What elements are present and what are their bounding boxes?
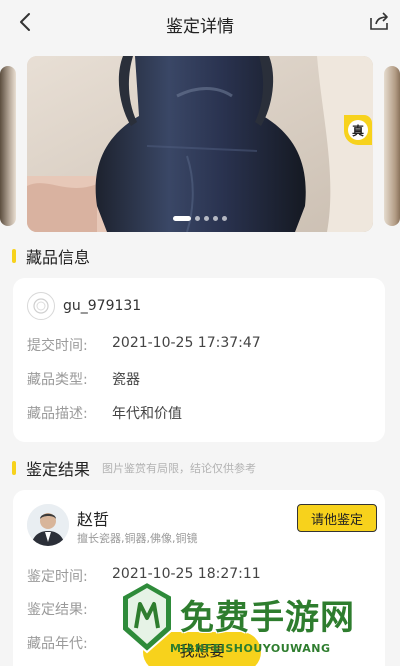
carousel-dot-active[interactable]: [173, 216, 191, 221]
collection-description-value: 年代和价值: [112, 406, 182, 422]
section-accent-bar: [12, 249, 16, 263]
share-icon[interactable]: [368, 10, 390, 32]
site-watermark: 免费手游网 MIANFEISHOUYOUWANG: [118, 578, 400, 666]
user-avatar-icon: [27, 292, 55, 320]
watermark-logo-icon: [121, 580, 173, 654]
submit-time-row: 提交时间: 2021-10-25 17:37:47: [27, 335, 261, 355]
collection-era-row: 藏品年代:: [27, 633, 112, 653]
page-title: 鉴定详情: [166, 17, 234, 37]
collection-description-row: 藏品描述: 年代和价值: [27, 403, 182, 423]
collection-info-title: 藏品信息: [26, 248, 91, 267]
appraisal-result-heading: 鉴定结果 图片鉴赏有局限，结论仅供参考: [12, 456, 256, 480]
navigation-bar: 鉴定详情: [0, 0, 400, 44]
expert-avatar[interactable]: [27, 504, 69, 546]
carousel-dot[interactable]: [213, 216, 218, 221]
collection-type-label: 藏品类型:: [27, 372, 88, 388]
appraisal-result-label: 鉴定结果:: [27, 602, 88, 618]
authentic-badge: 真: [344, 115, 372, 145]
image-carousel[interactable]: 真: [0, 56, 400, 232]
carousel-dot[interactable]: [204, 216, 209, 221]
collection-info-heading: 藏品信息: [12, 244, 90, 268]
collection-type-row: 藏品类型: 瓷器: [27, 369, 140, 389]
submit-time-label: 提交时间:: [27, 338, 88, 354]
vase-photo-illustration: [27, 56, 373, 232]
appraisal-result-title: 鉴定结果: [26, 460, 91, 479]
submit-time-value: 2021-10-25 17:37:47: [112, 335, 261, 351]
collection-info-card: gu_979131 提交时间: 2021-10-25 17:37:47 藏品类型…: [13, 278, 385, 442]
carousel-dot[interactable]: [195, 216, 200, 221]
appraisal-result-row: 鉴定结果:: [27, 599, 112, 619]
submitter-username: gu_979131: [63, 298, 142, 314]
appraisal-time-label: 鉴定时间:: [27, 569, 88, 585]
collection-era-label: 藏品年代:: [27, 636, 88, 652]
collection-description-label: 藏品描述:: [27, 406, 88, 422]
authentic-badge-label: 真: [348, 120, 368, 140]
carousel-indicator: [0, 216, 400, 221]
previous-image-preview[interactable]: [0, 66, 16, 226]
next-image-preview[interactable]: [384, 66, 400, 226]
expert-name: 赵哲: [77, 510, 110, 529]
collection-type-value: 瓷器: [112, 372, 140, 388]
request-appraisal-button[interactable]: 请他鉴定: [297, 504, 377, 532]
submitter-row: gu_979131: [27, 292, 141, 320]
carousel-dot[interactable]: [222, 216, 227, 221]
watermark-subtext: MIANFEISHOUYOUWANG: [170, 642, 331, 655]
expert-specialties: 擅长瓷器,铜器,佛像,铜镜: [77, 532, 198, 545]
collection-photo[interactable]: [27, 56, 373, 232]
appraisal-disclaimer: 图片鉴赏有局限，结论仅供参考: [102, 462, 257, 475]
section-accent-bar: [12, 461, 16, 475]
watermark-text: 免费手游网: [180, 598, 355, 638]
